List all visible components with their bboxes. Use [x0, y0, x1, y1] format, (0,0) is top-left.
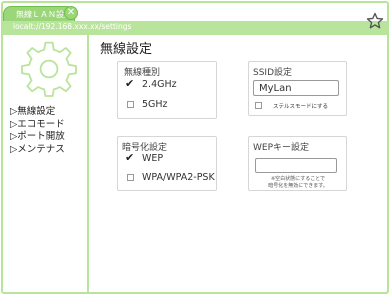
- wep-key-input[interactable]: [255, 158, 337, 173]
- page-title: 無線設定: [100, 42, 153, 57]
- band-5ghz-label: 5GHz: [142, 99, 168, 110]
- encryption-panel: 暗号化設定 ✔ WEP WPA/WPA2-PSK: [117, 136, 217, 191]
- sidebar-item-wireless[interactable]: ▷無線設定: [10, 106, 65, 119]
- band-2-4ghz-label: 2.4GHz: [142, 79, 177, 90]
- sidebar-item-eco-mode[interactable]: ▷エコモード: [10, 119, 65, 132]
- address-bar[interactable]: localt://192.168.xxx.xx/settings: [3, 21, 388, 33]
- ssid-input[interactable]: [253, 80, 339, 96]
- encryption-wep-checkbox[interactable]: ✔: [125, 152, 134, 163]
- band-2-4ghz-checkbox[interactable]: ✔: [125, 78, 134, 89]
- wep-key-note-line2: 暗号化を無効にできます。: [268, 183, 328, 189]
- sidebar-nav: ▷無線設定 ▷エコモード ▷ポート開放 ▷メンテナス: [10, 106, 65, 156]
- encryption-wpa-label: WPA/WPA2-PSK: [142, 172, 215, 183]
- band-5ghz-checkbox[interactable]: [127, 101, 134, 108]
- sidebar-item-port-forwarding[interactable]: ▷ポート開放: [10, 131, 65, 144]
- sidebar-item-maintenance[interactable]: ▷メンテナス: [10, 144, 65, 157]
- ssid-panel-title: SSID設定: [253, 68, 293, 78]
- url-text: localt://192.168.xxx.xx/settings: [13, 22, 132, 31]
- wep-key-panel: WEPキー設定 ※空白状態にすることで 暗号化を無効にできます。: [248, 136, 347, 191]
- ssid-panel: SSID設定 ステルスモードにする: [248, 61, 347, 116]
- band-panel: 無線種別 ✔ 2.4GHz 5GHz: [117, 61, 217, 119]
- sidebar: ▷無線設定 ▷エコモード ▷ポート開放 ▷メンテナス: [3, 35, 89, 293]
- tab-close-icon[interactable]: ✕: [64, 6, 78, 20]
- encryption-wpa-checkbox[interactable]: [127, 174, 134, 181]
- bookmark-star-icon[interactable]: [366, 12, 384, 30]
- wep-key-note-line1: ※空白状態にすることで: [270, 176, 326, 182]
- settings-gear-icon: [21, 41, 77, 97]
- encryption-wep-label: WEP: [142, 153, 164, 164]
- stealth-mode-checkbox[interactable]: [255, 102, 262, 109]
- wep-key-panel-title: WEPキー設定: [253, 143, 310, 153]
- wep-key-note: ※空白状態にすることで 暗号化を無効にできます。: [253, 176, 343, 190]
- stealth-mode-label: ステルスモードにする: [273, 104, 329, 110]
